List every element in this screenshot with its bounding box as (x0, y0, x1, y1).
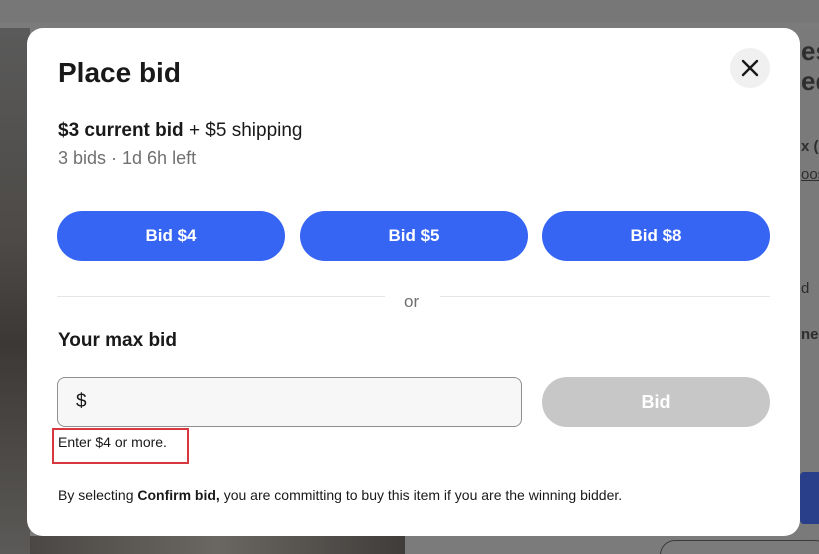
place-bid-dialog: Place bid $3 current bid + $5 shipping 3… (27, 28, 800, 536)
or-separator: or (404, 292, 420, 311)
currency-symbol: $ (76, 391, 87, 412)
dialog-title: Place bid (58, 57, 181, 88)
close-button[interactable] (730, 48, 770, 88)
bid-button[interactable]: Bid (542, 377, 770, 427)
close-icon (741, 59, 759, 77)
commitment-note-prefix: By selecting (58, 487, 134, 503)
background-buy-button (800, 472, 819, 524)
max-bid-input[interactable] (94, 382, 515, 422)
commitment-note: By selecting Confirm bid, you are commit… (58, 487, 622, 503)
background-item-image (0, 28, 30, 554)
quick-bid-button-4[interactable]: Bid $4 (57, 211, 285, 261)
background-text-fragment: x ( (801, 138, 819, 155)
quick-bid-button-8[interactable]: Bid $8 (542, 211, 770, 261)
price-summary: $3 current bid + $5 shipping (58, 120, 303, 142)
background-text-fragment: ned (801, 326, 819, 343)
commitment-note-suffix: you are committing to buy this item if y… (223, 487, 623, 503)
divider-left (57, 296, 385, 297)
max-bid-field[interactable]: $ (57, 377, 522, 427)
divider-right (440, 296, 770, 297)
background-text-fragment: d (801, 280, 810, 297)
background-header (0, 0, 819, 22)
shipping-cost: + $5 shipping (188, 120, 303, 141)
quick-bid-button-5[interactable]: Bid $5 (300, 211, 528, 261)
background-outline-button (660, 540, 819, 554)
max-bid-label: Your max bid (58, 330, 177, 351)
background-link-fragment: oos (801, 166, 819, 183)
bid-count-time-left: 3 bids · 1d 6h left (58, 148, 197, 168)
confirm-bid-emphasis: Confirm bid, (137, 487, 220, 503)
background-item-thumbnail (30, 536, 405, 554)
current-bid: $3 current bid (58, 120, 184, 141)
max-bid-hint: Enter $4 or more. (52, 428, 189, 464)
background-heading-fragment: ed (801, 66, 819, 96)
background-heading-fragment: es (801, 36, 819, 66)
